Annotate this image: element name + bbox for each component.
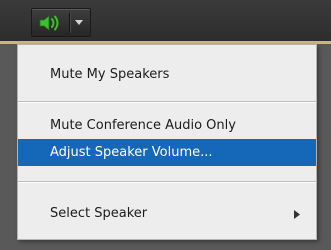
menu-item-select-speaker[interactable]: Select Speaker: [18, 200, 316, 227]
menu-item-adjust-speaker-volume[interactable]: Adjust Speaker Volume...: [18, 139, 316, 166]
menu-separator: [18, 101, 316, 102]
menu-separator: [18, 181, 316, 182]
caret-down-icon[interactable]: [74, 20, 84, 26]
menu-item-label: Mute My Speakers: [50, 67, 170, 82]
menu-item-label: Select Speaker: [50, 206, 148, 221]
speaker-dropdown-menu: Mute My Speakers Mute Conference Audio O…: [17, 44, 317, 240]
speaker-menu-button[interactable]: [31, 8, 91, 37]
speaker-volume-icon: [39, 15, 59, 31]
menu-item-mute-conference-audio[interactable]: Mute Conference Audio Only: [18, 112, 316, 139]
menu-item-mute-my-speakers[interactable]: Mute My Speakers: [18, 61, 316, 88]
button-divider: [69, 13, 70, 33]
menu-item-label: Adjust Speaker Volume...: [50, 145, 213, 160]
chevron-right-icon: [294, 210, 300, 219]
menu-item-label: Mute Conference Audio Only: [50, 118, 236, 133]
